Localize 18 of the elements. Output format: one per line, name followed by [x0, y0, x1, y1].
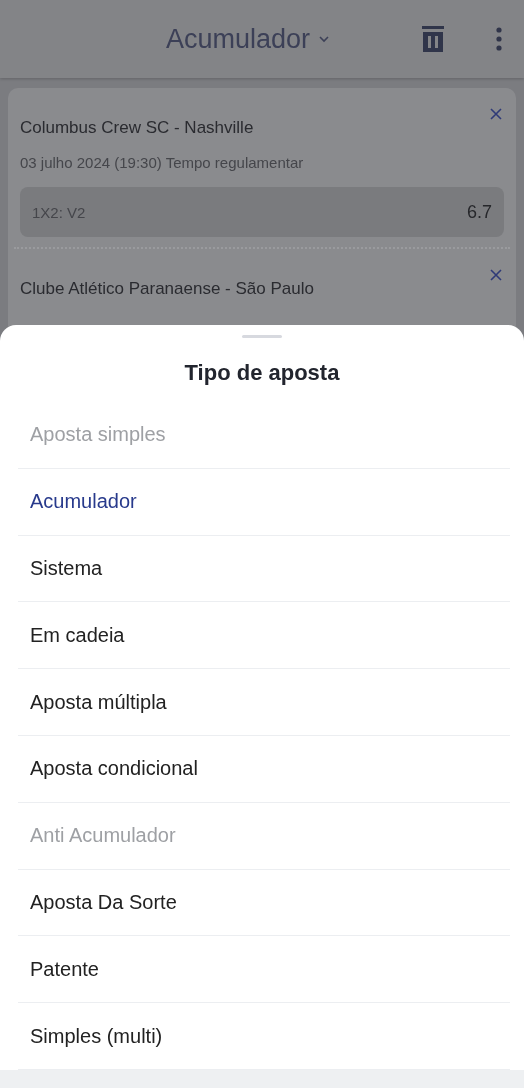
bet-type-option[interactable]: Acumulador	[18, 468, 510, 536]
match-title: Columbus Crew SC - Nashville	[20, 118, 254, 138]
odds-value: 6.7	[466, 201, 492, 223]
more-options-icon[interactable]	[496, 27, 502, 51]
close-icon[interactable]	[490, 108, 502, 120]
bet-type-option[interactable]: Aposta Da Sorte	[18, 869, 510, 937]
bet-type-option[interactable]: Aposta condicional	[18, 735, 510, 803]
bet-type-option[interactable]: Aposta múltipla	[18, 669, 510, 736]
drag-handle[interactable]	[242, 335, 282, 338]
trash-icon[interactable]	[422, 26, 444, 52]
chevron-down-icon	[318, 35, 331, 43]
match-details: 03 julho 2024 (19:30) Tempo regulamentar	[20, 154, 305, 171]
bet-type-option[interactable]: Patente	[18, 936, 510, 1004]
sheet-title: Tipo de aposta	[183, 360, 341, 387]
bet-type-option[interactable]: Sistema	[18, 535, 510, 603]
close-icon[interactable]	[490, 269, 502, 281]
match-title: Clube Atlético Paranaense - São Paulo	[20, 279, 314, 299]
bet-type-option[interactable]: Em cadeia	[18, 602, 510, 670]
